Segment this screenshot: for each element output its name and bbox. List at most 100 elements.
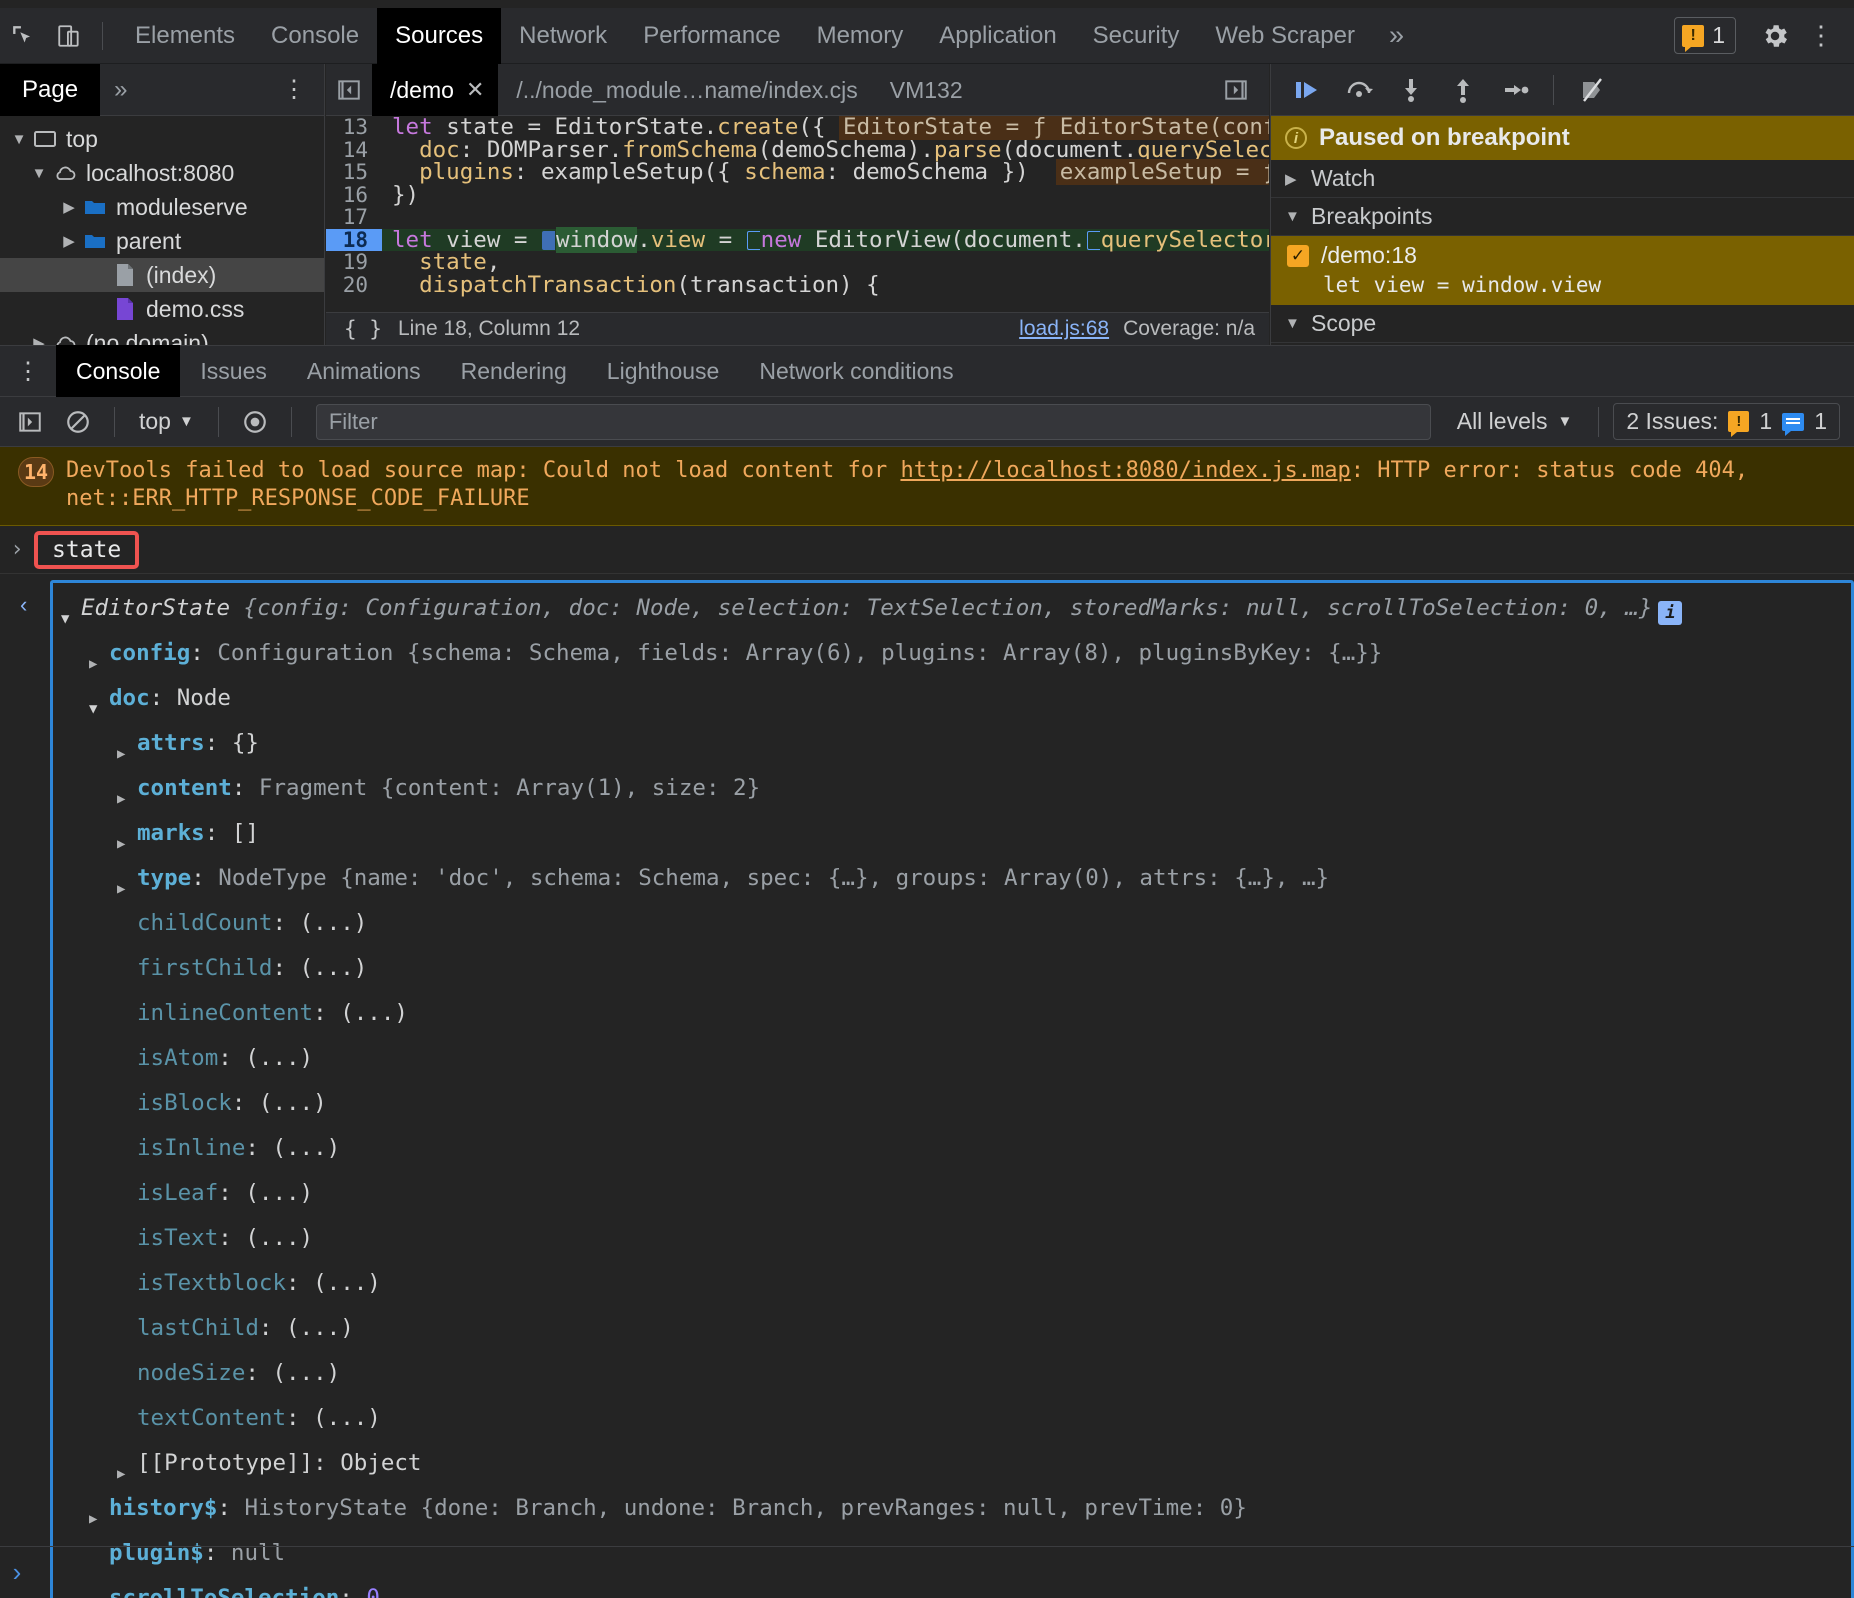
object-value[interactable]: (...) [245, 1176, 313, 1210]
object-row[interactable]: ▶isText: (...) [53, 1221, 1851, 1266]
object-value[interactable]: (...) [272, 1356, 340, 1390]
context-selector[interactable]: top ▼ [129, 408, 204, 435]
navigator-menu-kebab-icon[interactable]: ⋮ [264, 75, 324, 104]
tree-item-top[interactable]: ▼ top [0, 122, 324, 156]
tabs-overflow-icon[interactable]: » [1373, 20, 1420, 51]
drawer-tab-animations[interactable]: Animations [287, 345, 441, 397]
tree-item-parent[interactable]: ▶ parent [0, 224, 324, 258]
object-row[interactable]: ▶childCount: (...) [53, 906, 1851, 951]
object-header-row[interactable]: ▼ EditorState {config: Configuration, do… [53, 591, 1851, 636]
console-prompt[interactable]: › [0, 1546, 1854, 1598]
drawer-tab-issues[interactable]: Issues [180, 345, 286, 397]
issues-summary-button[interactable]: 2 Issues: ! 1 1 [1613, 403, 1840, 440]
gear-icon[interactable] [1750, 21, 1800, 51]
object-value[interactable]: (...) [259, 1086, 327, 1120]
checkbox-checked-icon[interactable]: ✓ [1287, 244, 1309, 267]
tab-security[interactable]: Security [1075, 8, 1198, 64]
device-toggle-icon[interactable] [46, 13, 92, 59]
chevron-right-icon[interactable]: ▶ [117, 816, 137, 861]
chevron-down-icon[interactable]: ▼ [28, 165, 50, 182]
object-row[interactable]: ▶inlineContent: (...) [53, 996, 1851, 1041]
source-map-url[interactable]: http://localhost:8080/index.js.map [900, 458, 1350, 483]
watch-section-header[interactable]: ▶ Watch [1271, 160, 1854, 198]
object-row[interactable]: ▶isLeaf: (...) [53, 1176, 1851, 1221]
chevron-down-icon[interactable]: ▼ [8, 131, 30, 148]
clear-console-icon[interactable] [56, 402, 100, 442]
info-icon[interactable]: i [1658, 601, 1683, 625]
object-row[interactable]: ▶ content: Fragment {content: Array(1), s… [53, 771, 1851, 816]
object-value[interactable]: (...) [313, 1266, 381, 1300]
resume-icon[interactable] [1283, 68, 1331, 112]
tree-item-localhost[interactable]: ▼ localhost:8080 [0, 156, 324, 190]
object-row[interactable]: ▶ type: NodeType {name: 'doc', schema: Sc… [53, 861, 1851, 906]
object-value[interactable]: (...) [340, 996, 408, 1030]
object-inspector[interactable]: ▼ EditorState {config: Configuration, do… [50, 580, 1854, 1598]
breakpoints-section-header[interactable]: ▼ Breakpoints [1271, 198, 1854, 236]
drawer-tab-rendering[interactable]: Rendering [441, 345, 587, 397]
object-row[interactable]: ▶ config: Configuration {schema: Schema, … [53, 636, 1851, 681]
object-row[interactable]: ▶isAtom: (...) [53, 1041, 1851, 1086]
drawer-tab-lighthouse[interactable]: Lighthouse [587, 345, 740, 397]
pretty-print-icon[interactable]: { } [326, 317, 398, 341]
object-row[interactable]: ▶ attrs: {} [53, 726, 1851, 771]
chevron-down-icon[interactable]: ▼ [89, 681, 109, 726]
deactivate-breakpoints-icon[interactable] [1568, 68, 1616, 112]
main-menu-kebab-icon[interactable]: ⋮ [1800, 20, 1848, 51]
object-value[interactable]: (...) [286, 1311, 354, 1345]
object-row[interactable]: ▶isInline: (...) [53, 1131, 1851, 1176]
chevron-right-icon[interactable]: ▶ [89, 1491, 109, 1536]
drawer-tab-network-conditions[interactable]: Network conditions [739, 345, 973, 397]
object-row[interactable]: ▼ doc: Node [53, 681, 1851, 726]
live-expression-icon[interactable] [233, 402, 277, 442]
scope-section-header[interactable]: ▼ Scope [1271, 305, 1854, 343]
chevron-right-icon[interactable]: ▶ [117, 726, 137, 771]
chevron-right-icon[interactable]: ▶ [117, 1446, 137, 1491]
code-area[interactable]: 13 let state = EditorState.create({ Edit… [326, 116, 1269, 312]
object-row[interactable]: ▶firstChild: (...) [53, 951, 1851, 996]
filter-input[interactable] [315, 403, 1431, 440]
source-map-link[interactable]: load.js:68 [1019, 317, 1109, 341]
tab-console[interactable]: Console [253, 8, 377, 64]
navigator-tab-page[interactable]: Page [0, 63, 101, 116]
navigator-overflow-icon[interactable]: » [100, 76, 141, 104]
log-level-selector[interactable]: All levels ▼ [1445, 408, 1585, 435]
inspect-icon[interactable] [0, 13, 46, 59]
console-sidebar-icon[interactable] [8, 402, 52, 442]
editor-tab-index-cjs[interactable]: /../node_module…name/index.cjs [498, 64, 871, 116]
tab-application[interactable]: Application [921, 8, 1074, 64]
tab-sources[interactable]: Sources [377, 7, 502, 64]
chevron-right-icon[interactable]: ▶ [117, 861, 137, 906]
object-row[interactable]: ▶isTextblock: (...) [53, 1266, 1851, 1311]
tree-item-demo-css[interactable]: ▶ demo.css [0, 292, 324, 326]
object-value[interactable]: (...) [272, 1131, 340, 1165]
step-into-icon[interactable] [1387, 68, 1435, 112]
object-value[interactable]: (...) [300, 906, 368, 940]
chevron-right-icon[interactable]: ▶ [58, 232, 80, 250]
tab-performance[interactable]: Performance [625, 8, 798, 64]
step-icon[interactable] [1491, 68, 1539, 112]
chevron-down-icon[interactable]: ▼ [61, 591, 81, 636]
object-row[interactable]: ▶ [[Prototype]]: Object [53, 1446, 1851, 1491]
chevron-right-icon[interactable]: ▶ [58, 198, 80, 216]
object-value[interactable]: (...) [313, 1401, 381, 1435]
tree-item-moduleserve[interactable]: ▶ moduleserve [0, 190, 324, 224]
console-warning-message[interactable]: 14 DevTools failed to load source map: C… [0, 447, 1854, 526]
object-row[interactable]: ▶isBlock: (...) [53, 1086, 1851, 1131]
object-row[interactable]: ▶nodeSize: (...) [53, 1356, 1851, 1401]
editor-tab-vm132[interactable]: VM132 [872, 64, 977, 116]
step-over-icon[interactable] [1335, 68, 1383, 112]
object-row[interactable]: ▶lastChild: (...) [53, 1311, 1851, 1356]
tab-elements[interactable]: Elements [117, 8, 253, 64]
chevron-right-icon[interactable]: ▶ [117, 771, 137, 816]
object-row[interactable]: ▶textContent: (...) [53, 1401, 1851, 1446]
object-value[interactable]: (...) [245, 1041, 313, 1075]
tab-network[interactable]: Network [501, 8, 625, 64]
object-row[interactable]: ▶ marks: [] [53, 816, 1851, 861]
tab-web-scraper[interactable]: Web Scraper [1197, 8, 1373, 64]
object-value[interactable]: (...) [245, 1221, 313, 1255]
editor-tab-demo[interactable]: /demo ✕ [372, 64, 499, 116]
tab-memory[interactable]: Memory [799, 8, 922, 64]
object-value[interactable]: (...) [300, 951, 368, 985]
show-debugger-sidebar-icon[interactable] [1213, 77, 1259, 103]
close-icon[interactable]: ✕ [466, 64, 484, 116]
